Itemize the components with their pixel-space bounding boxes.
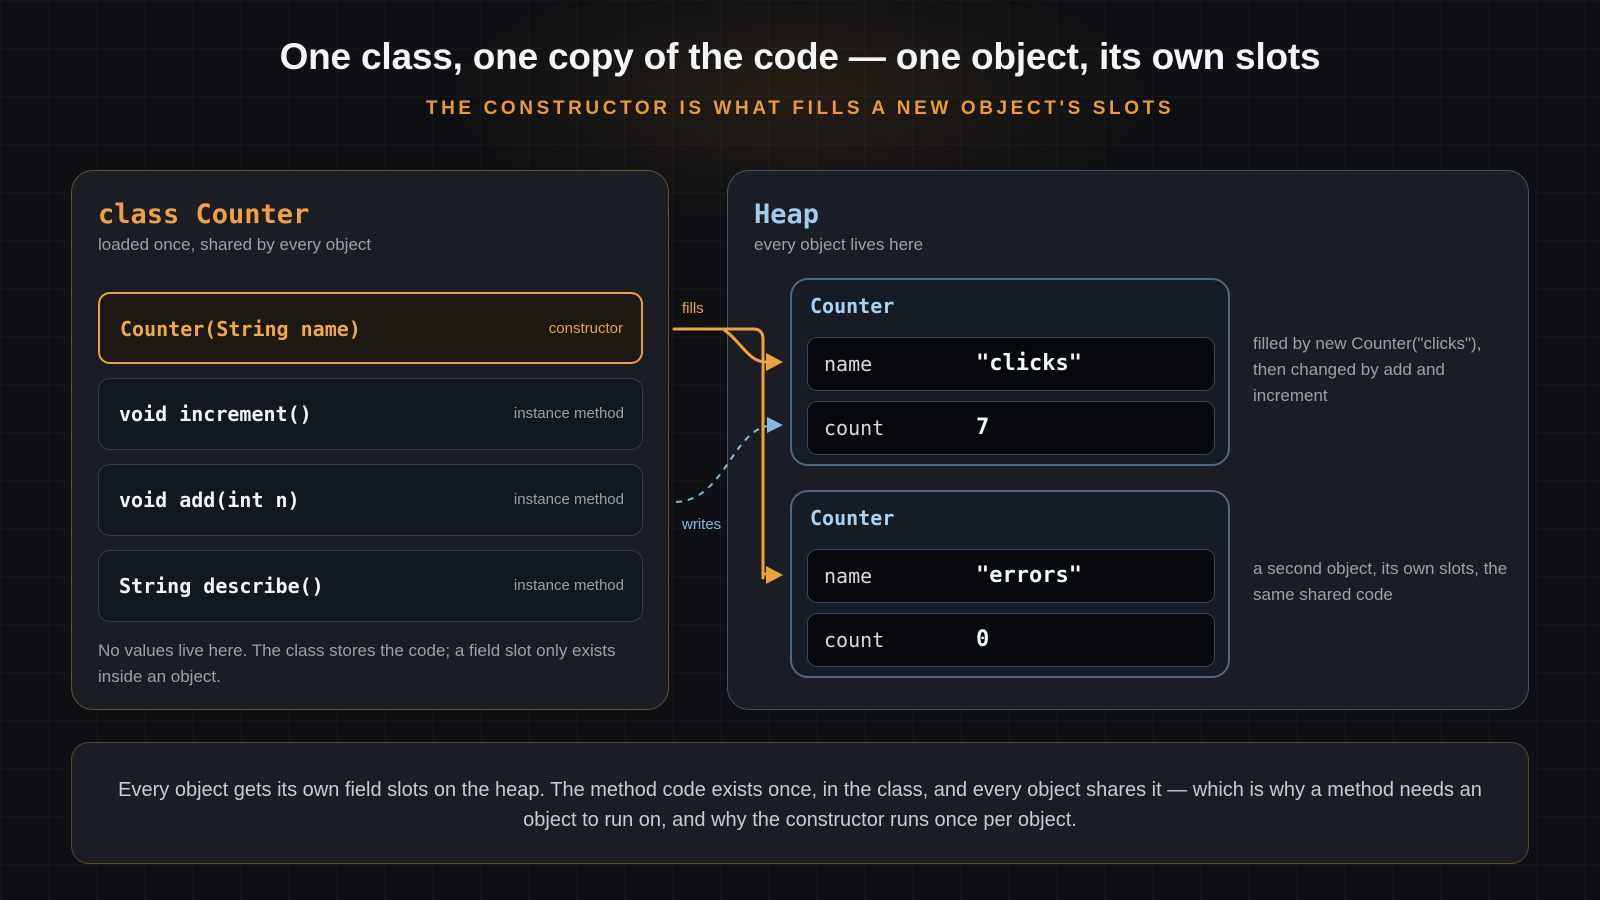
- footer-callout: Every object gets its own field slots on…: [71, 742, 1529, 864]
- class-panel: class Counter loaded once, shared by eve…: [71, 170, 669, 710]
- object-note: filled by new Counter("clicks"), then ch…: [1253, 334, 1482, 405]
- method-kind: instance method: [513, 577, 624, 594]
- field-name: name: [824, 352, 873, 376]
- method-add: void add(int n) instance method: [98, 464, 643, 536]
- diagram-subtitle: THE CONSTRUCTOR IS WHAT FILLS A NEW OBJE…: [425, 98, 1175, 119]
- field-name: name: [824, 564, 873, 588]
- field-value: 0: [976, 627, 990, 652]
- field-value: "errors": [976, 563, 1082, 588]
- method-describe: String describe() instance method: [98, 550, 643, 622]
- object-note: a second object, its own slots, the same…: [1253, 559, 1508, 604]
- class-subtitle: loaded once, shared by every object: [98, 235, 372, 254]
- heap-object-clicks: Counter name "clicks" count 7: [790, 278, 1230, 466]
- fills-label: fills: [682, 300, 704, 317]
- method-kind: instance method: [513, 491, 624, 508]
- class-note: No values live here. The class stores th…: [98, 641, 616, 686]
- field-slot-name: name "clicks": [807, 337, 1215, 391]
- heap-title: Heap: [754, 199, 820, 230]
- field-slot-count: count 0: [807, 613, 1215, 667]
- field-slot-name: name "errors": [807, 549, 1215, 603]
- method-constructor: Counter(String name) constructor: [98, 292, 643, 364]
- writes-label: writes: [682, 516, 722, 533]
- diagram-title: One class, one copy of the code — one ob…: [279, 36, 1321, 77]
- field-name: count: [824, 628, 885, 652]
- heap-object-errors: Counter name "errors" count 0: [790, 490, 1230, 678]
- field-value: 7: [976, 415, 990, 440]
- method-signature: void increment(): [119, 402, 312, 426]
- object-label: Counter: [810, 506, 895, 530]
- method-signature: String describe(): [119, 574, 324, 598]
- field-slot-count: count 7: [807, 401, 1215, 455]
- method-signature: void add(int n): [119, 488, 300, 512]
- field-value: "clicks": [976, 351, 1082, 376]
- method-increment: void increment() instance method: [98, 378, 643, 450]
- method-signature: Counter(String name): [120, 317, 361, 341]
- method-kind: instance method: [513, 405, 624, 422]
- class-title: class Counter: [98, 199, 310, 230]
- field-name: count: [824, 416, 885, 440]
- object-label: Counter: [810, 294, 895, 318]
- heap-subtitle: every object lives here: [754, 235, 924, 254]
- method-kind: constructor: [548, 320, 623, 337]
- footer-text: Every object gets its own field slots on…: [118, 779, 1482, 831]
- heap-panel: Heap every object lives here Counter nam…: [727, 170, 1529, 710]
